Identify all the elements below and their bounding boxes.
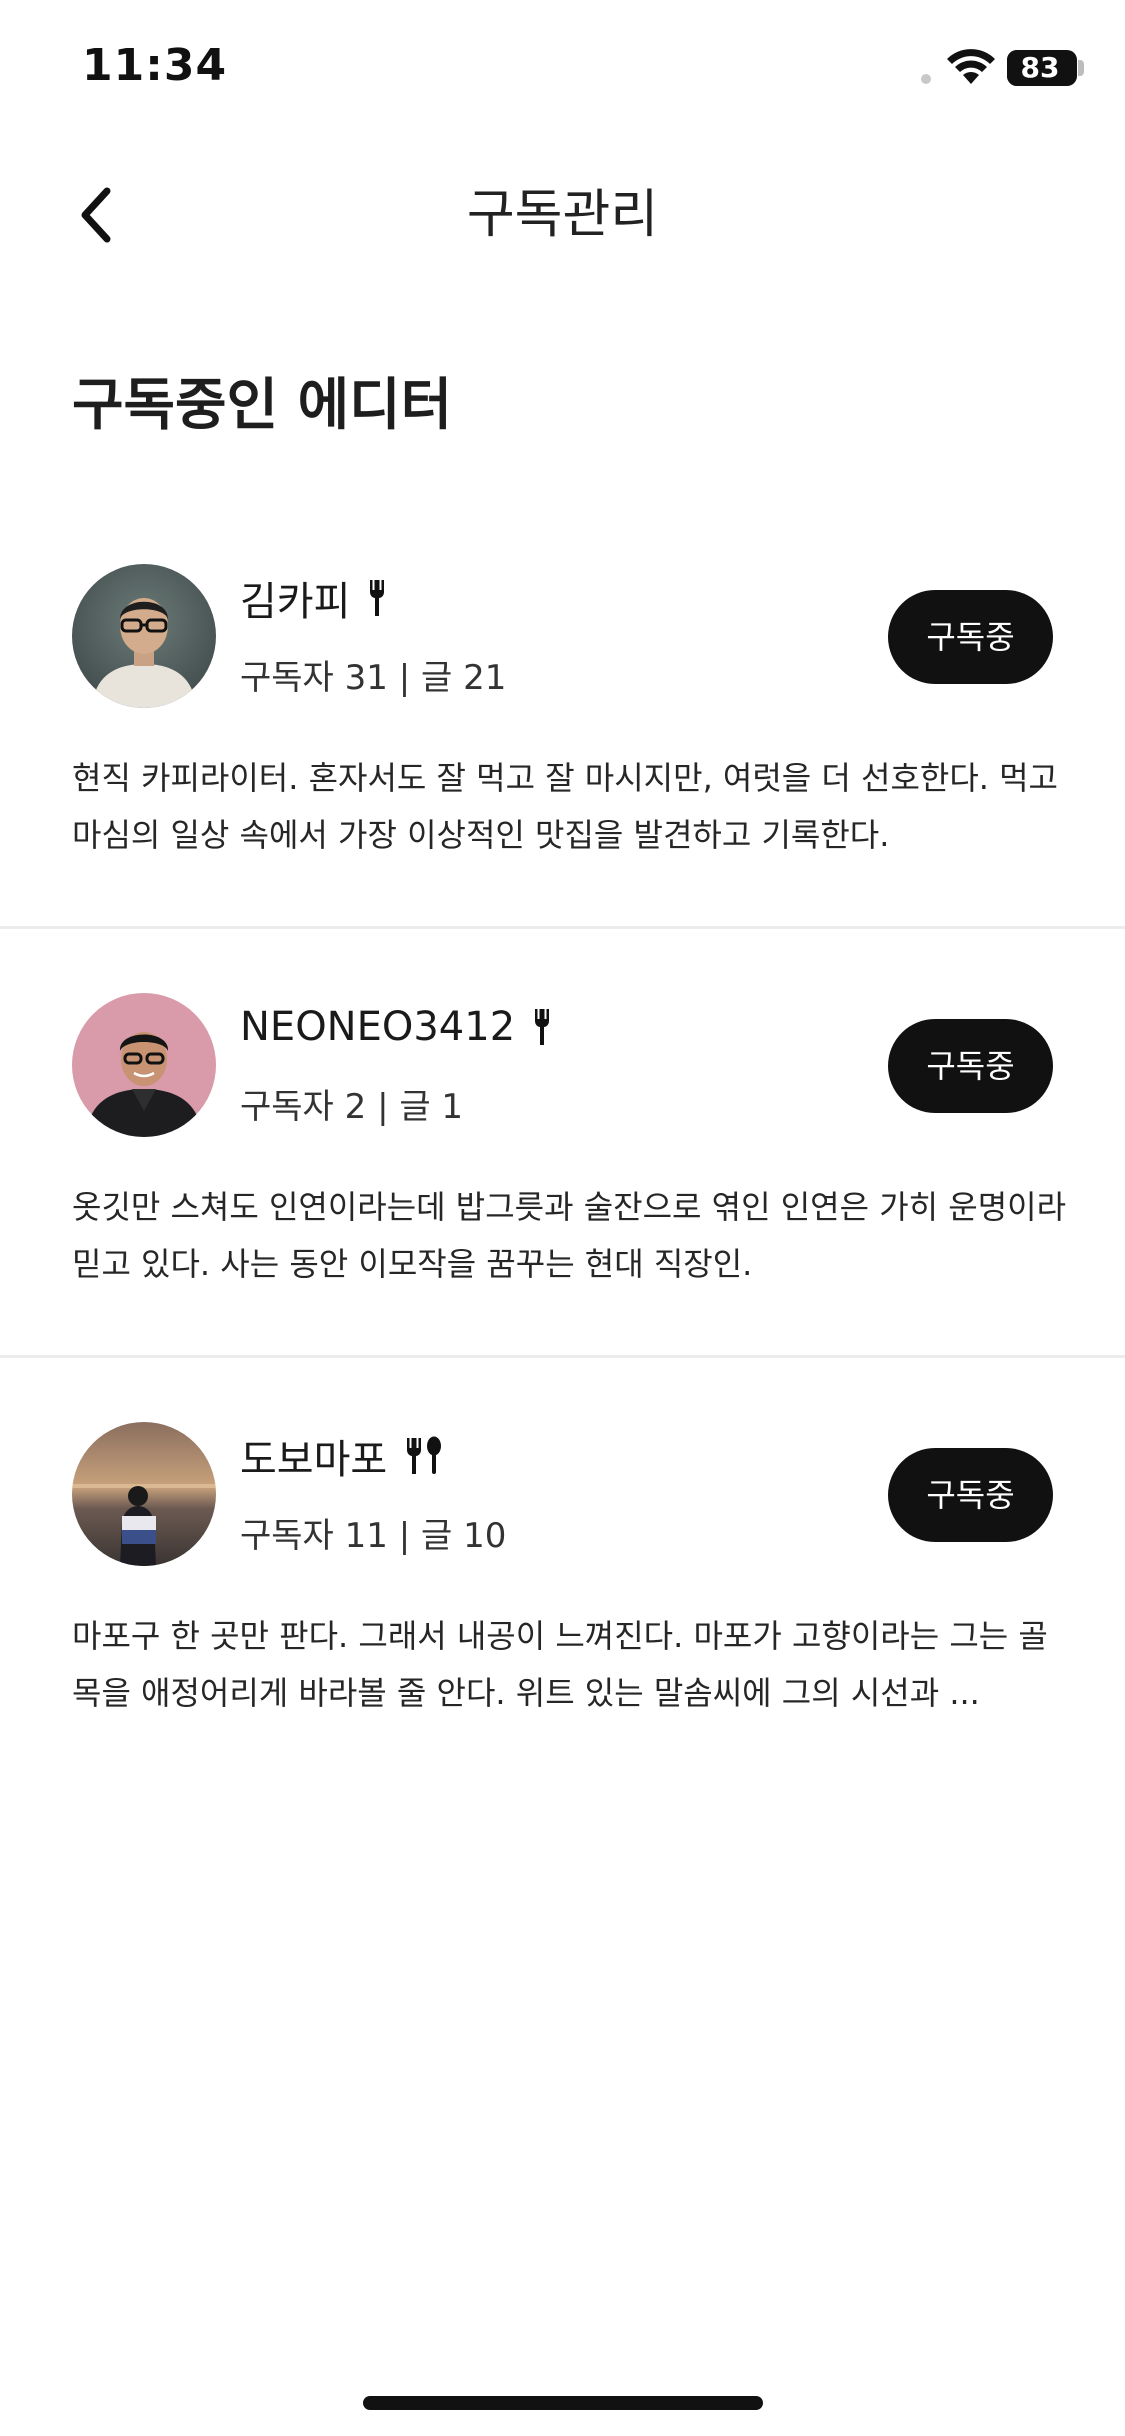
battery-percent: 83 [1020,51,1060,84]
status-bar: 11:34 83 [0,0,1125,130]
editor-list-item[interactable]: NEONEO3412 구독자 2 | 글 1 구독중 옷깃만 스쳐도 인연이라는… [0,929,1125,1358]
editor-description: 현직 카피라이터. 혼자서도 잘 먹고 잘 마시지만, 여럿을 더 선호한다. … [72,759,1058,854]
chevron-left-icon [81,187,111,243]
avatar[interactable] [72,1422,216,1566]
editor-stats: 구독자 11 | 글 10 [240,1516,507,1556]
editor-name-row: 김카피 [240,574,386,625]
editor-stats: 구독자 2 | 글 1 [240,1087,464,1127]
editor-name[interactable]: NEONEO3412 [240,1004,515,1050]
editor-stats: 구독자 31 | 글 21 [240,658,507,698]
avatar[interactable] [72,564,216,708]
editor-list-item[interactable]: 도보마포 구독자 11 | 글 10 구독중 마포구 한 곳만 판다. 그래서 … [0,1358,1125,1787]
home-indicator[interactable] [363,2396,763,2410]
fork-spoon-icon [405,1434,443,1478]
editor-name-row: 도보마포 [240,1432,443,1483]
editor-name-row: NEONEO3412 [240,1003,551,1051]
fork-icon [533,1005,551,1049]
editor-list-item[interactable]: 김카피 구독자 31 | 글 21 구독중 현직 카피라이터. 혼자서도 잘 먹… [0,500,1125,929]
subscribed-button[interactable]: 구독중 [888,1019,1053,1113]
fork-icon [368,576,386,620]
wifi-icon [947,49,995,84]
battery-cap [1078,60,1084,76]
editor-description: 마포구 한 곳만 판다. 그래서 내공이 느껴진다. 마포가 고향이라는 그는 … [72,1617,1048,1712]
status-time: 11:34 [82,40,228,91]
editor-name[interactable]: 김카피 [240,569,350,627]
section-title: 구독중인 에디터 [72,373,453,438]
back-button[interactable] [60,180,130,250]
battery-icon: 83 [1007,50,1077,86]
subscribed-button[interactable]: 구독중 [888,1448,1053,1542]
editor-description: 옷깃만 스쳐도 인연이라는데 밥그릇과 술잔으로 엮인 인연은 가히 운명이라 … [72,1188,1067,1283]
page-title: 구독관리 [466,185,659,245]
privacy-indicator-dot [921,74,931,84]
nav-bar: 구독관리 [0,160,1125,270]
avatar[interactable] [72,993,216,1137]
editor-name[interactable]: 도보마포 [240,1427,387,1485]
subscribed-button[interactable]: 구독중 [888,590,1053,684]
editor-list: 김카피 구독자 31 | 글 21 구독중 현직 카피라이터. 혼자서도 잘 먹… [0,500,1125,1787]
subscription-management-screen: 11:34 83 구독관리 구독중인 에디터 김카피 구독자 31 | 글 21… [0,0,1125,2436]
